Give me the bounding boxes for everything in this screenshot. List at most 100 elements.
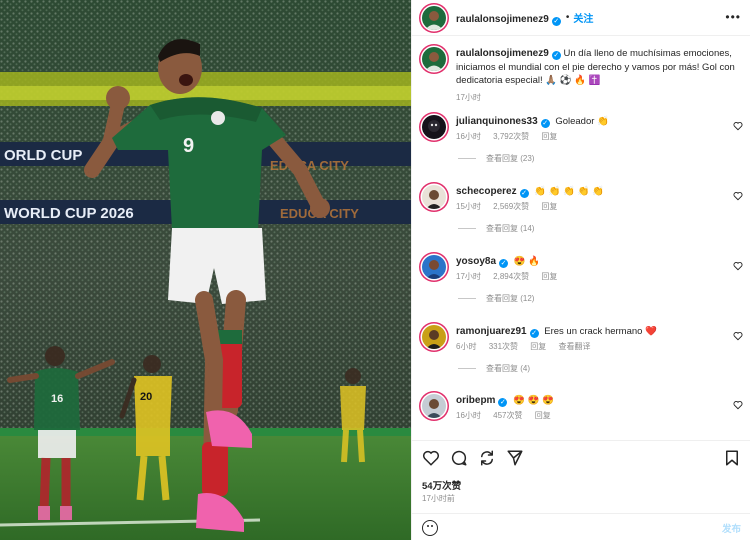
translate-button[interactable]: 查看翻译: [559, 342, 591, 351]
heart-icon[interactable]: [733, 261, 743, 273]
author-avatar[interactable]: [422, 5, 446, 30]
view-replies-label[interactable]: 查看回复 (4): [486, 363, 530, 374]
verified-icon: ✓: [498, 398, 508, 407]
comment-meta: 6小时 331次赞 回复 查看翻译: [456, 340, 657, 353]
svg-text:9: 9: [183, 135, 194, 157]
photo-illustration: ORLD CUP WORLD CUP 2026 EDUCA CITY EDUCA…: [0, 0, 411, 540]
like-count[interactable]: 54万次赞: [422, 478, 461, 492]
action-bar: 54万次赞 17小时前 发布: [412, 440, 750, 540]
reply-button[interactable]: 回复: [535, 411, 551, 420]
comment-text: 👏 👏 👏 👏 👏: [534, 186, 604, 197]
comment-body: julianquinones33 ✓ Goleador 👏 16小时 3,792次…: [456, 115, 609, 143]
more-icon[interactable]: •••: [725, 10, 741, 24]
comment-meta: 17小时 2,894次赞 回复: [456, 270, 567, 283]
replies-divider: [458, 368, 476, 369]
post-modal: ORLD CUP WORLD CUP 2026 EDUCA CITY EDUCA…: [0, 0, 750, 540]
comment-body: yosoy8a ✓ 😍 🔥 17小时 2,894次赞 回复: [456, 255, 567, 283]
share-icon[interactable]: [478, 449, 496, 467]
svg-text:20: 20: [140, 391, 152, 403]
author-name-wrap: raulalonsojimenez9 ✓: [456, 9, 561, 27]
heart-icon[interactable]: [733, 331, 743, 343]
comment-body: ramonjuarez91 ✓ Eres un crack hermano ❤️ …: [456, 325, 657, 353]
comment-text: 😍 😍 😍: [513, 395, 554, 406]
comment-icon[interactable]: [450, 449, 468, 467]
commenter-username[interactable]: oribepm: [456, 395, 495, 406]
commenter-avatar[interactable]: [422, 115, 446, 139]
heart-icon[interactable]: [733, 121, 743, 133]
verified-icon: ✓: [499, 259, 509, 268]
comment-meta: 16小时 457次赞 回复: [456, 409, 561, 422]
verified-icon: ✓: [519, 189, 529, 198]
comment-body: schecoperez ✓ 👏 👏 👏 👏 👏 15小时 2,569次赞 回复: [456, 185, 604, 213]
separator-dot: •: [565, 12, 570, 23]
svg-text:EDUCA CITY: EDUCA CITY: [270, 158, 349, 173]
comment-likes[interactable]: 2,569次赞: [493, 202, 529, 211]
reply-button[interactable]: 回复: [541, 132, 557, 141]
heart-icon[interactable]: [733, 191, 743, 203]
caption-avatar[interactable]: [422, 47, 446, 71]
post-caption: raulalonsojimenez9 ✓ Un día lleno de much…: [422, 47, 742, 104]
post-header: raulalonsojimenez9 ✓ • 关注 •••: [412, 0, 750, 36]
replies-divider: [458, 158, 476, 159]
reply-button[interactable]: 回复: [541, 202, 557, 211]
view-replies[interactable]: 查看回复 (14): [458, 223, 747, 234]
send-icon[interactable]: [506, 449, 524, 467]
comment-text: 😍 🔥: [513, 256, 540, 267]
post-sidebar: raulalonsojimenez9 ✓ • 关注 ••• raulalonsoj…: [411, 0, 750, 540]
caption-body: raulalonsojimenez9 ✓ Un día lleno de much…: [456, 47, 742, 104]
comment-time: 17小时: [456, 272, 481, 281]
comment-item: schecoperez ✓ 👏 👏 👏 👏 👏 15小时 2,569次赞 回复 查…: [422, 185, 747, 234]
comment-composer: 发布: [412, 513, 750, 540]
reply-button[interactable]: 回复: [541, 272, 557, 281]
post-button[interactable]: 发布: [722, 521, 741, 535]
heart-icon[interactable]: [733, 400, 743, 412]
caption-time: 17小时: [456, 92, 481, 102]
commenter-avatar[interactable]: [422, 255, 446, 279]
svg-text:16: 16: [51, 393, 63, 405]
comment-meta: 16小时 3,792次赞 回复: [456, 130, 609, 143]
bookmark-icon[interactable]: [723, 449, 741, 467]
commenter-username[interactable]: ramonjuarez91: [456, 326, 527, 337]
view-replies[interactable]: 查看回复 (4): [458, 363, 747, 374]
comment-text: Goleador 👏: [555, 116, 609, 127]
view-replies-label[interactable]: 查看回复 (23): [486, 153, 534, 164]
comment-likes[interactable]: 331次赞: [489, 342, 518, 351]
comment-thread[interactable]: raulalonsojimenez9 ✓ Un día lleno de much…: [412, 37, 750, 439]
comment-input[interactable]: [448, 519, 722, 536]
commenter-avatar[interactable]: [422, 325, 446, 349]
commenter-avatar[interactable]: [422, 394, 446, 418]
view-replies-label[interactable]: 查看回复 (14): [486, 223, 534, 234]
view-replies[interactable]: 查看回复 (23): [458, 153, 747, 164]
author-username[interactable]: raulalonsojimenez9: [456, 14, 549, 25]
svg-text:ORLD CUP: ORLD CUP: [4, 147, 82, 164]
verified-icon: ✓: [551, 51, 561, 60]
emoji-icon[interactable]: [422, 519, 438, 536]
comment-time: 16小时: [456, 411, 481, 420]
view-replies-label[interactable]: 查看回复 (12): [486, 293, 534, 304]
commenter-avatar[interactable]: [422, 185, 446, 209]
comment-meta: 15小时 2,569次赞 回复: [456, 200, 604, 213]
post-time: 17小时前: [422, 494, 455, 503]
comment-likes[interactable]: 3,792次赞: [493, 132, 529, 141]
verified-icon: ✓: [540, 119, 550, 128]
comment-time: 15小时: [456, 202, 481, 211]
reply-button[interactable]: 回复: [530, 342, 546, 351]
post-photo[interactable]: ORLD CUP WORLD CUP 2026 EDUCA CITY EDUCA…: [0, 0, 411, 540]
view-replies[interactable]: 查看回复 (12): [458, 293, 747, 304]
comment-likes[interactable]: 2,894次赞: [493, 272, 529, 281]
follow-button[interactable]: 关注: [573, 10, 593, 25]
caption-username[interactable]: raulalonsojimenez9: [456, 48, 549, 59]
comment-item: oribepm ✓ 😍 😍 😍 16小时 457次赞 回复: [422, 394, 747, 422]
comment-time: 6小时: [456, 342, 477, 351]
comment-item: yosoy8a ✓ 😍 🔥 17小时 2,894次赞 回复 查看回复 (12): [422, 255, 747, 304]
commenter-username[interactable]: yosoy8a: [456, 256, 496, 267]
comment-time: 16小时: [456, 132, 481, 141]
comment-body: oribepm ✓ 😍 😍 😍 16小时 457次赞 回复: [456, 394, 561, 422]
comment-likes[interactable]: 457次赞: [493, 411, 522, 420]
replies-divider: [458, 298, 476, 299]
commenter-username[interactable]: julianquinones33: [456, 116, 538, 127]
commenter-username[interactable]: schecoperez: [456, 186, 517, 197]
replies-divider: [458, 228, 476, 229]
svg-text:WORLD CUP 2026: WORLD CUP 2026: [4, 205, 134, 222]
heart-icon[interactable]: [422, 449, 440, 467]
